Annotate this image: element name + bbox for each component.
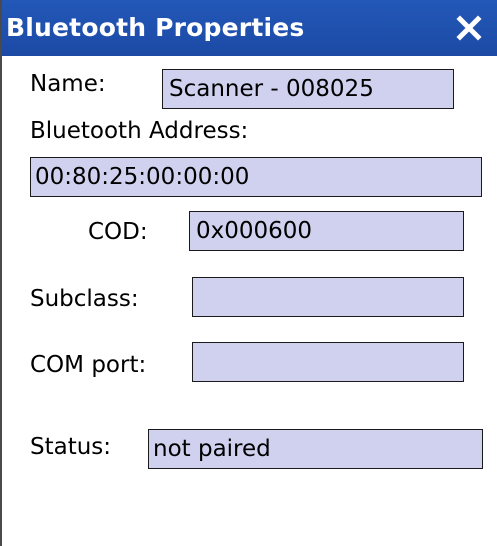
cod-label: COD: bbox=[88, 219, 148, 245]
cod-field[interactable]: 0x000600 bbox=[189, 211, 464, 251]
bluetooth-properties-window: Bluetooth Properties Name: Scanner - 008… bbox=[0, 0, 497, 546]
window-title: Bluetooth Properties bbox=[6, 13, 305, 42]
subclass-label: Subclass: bbox=[30, 286, 139, 312]
subclass-field[interactable] bbox=[192, 277, 464, 317]
status-label: Status: bbox=[30, 434, 112, 460]
status-field[interactable]: not paired bbox=[148, 429, 483, 469]
bluetooth-address-field[interactable]: 00:80:25:00:00:00 bbox=[30, 157, 482, 197]
name-field[interactable]: Scanner - 008025 bbox=[162, 69, 454, 109]
name-label: Name: bbox=[30, 71, 106, 97]
title-bar: Bluetooth Properties bbox=[2, 0, 497, 56]
close-icon[interactable] bbox=[455, 14, 483, 42]
com-port-field[interactable] bbox=[192, 342, 464, 382]
com-port-label: COM port: bbox=[30, 352, 147, 378]
bluetooth-address-label: Bluetooth Address: bbox=[30, 118, 249, 144]
